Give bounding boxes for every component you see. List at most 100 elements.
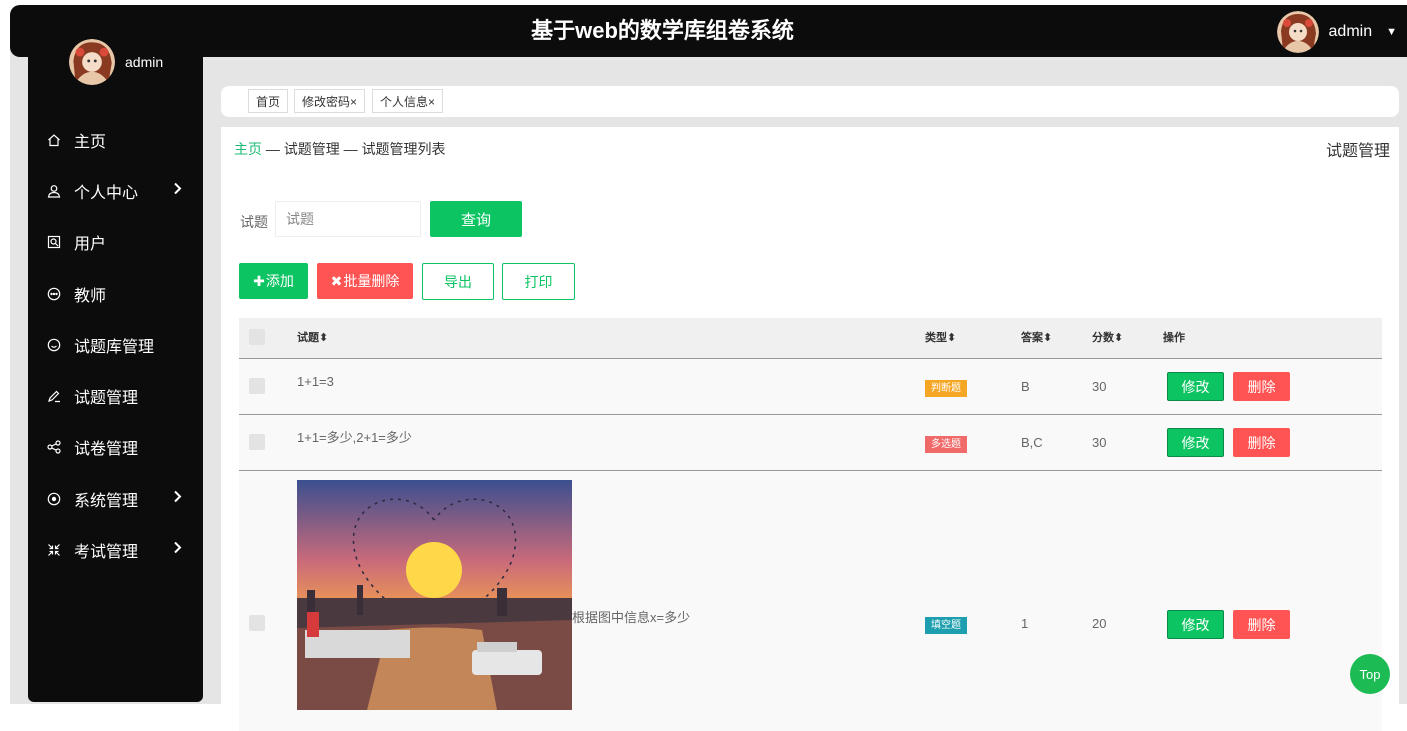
- sidebar-item-label: 教师: [74, 287, 107, 305]
- sidebar-item-teachers[interactable]: 教师: [28, 268, 203, 319]
- close-icon[interactable]: ×: [428, 95, 435, 109]
- breadcrumb-level1: 试题管理: [283, 141, 340, 157]
- sidebar-menu: 主页 个人中心 用户 教师 试题库管理 试题管理 试卷管理 系统管理 考试管理: [28, 114, 203, 576]
- search-label: 试题: [240, 214, 268, 230]
- search-input[interactable]: [275, 201, 421, 237]
- sidebar-item-label: 试题库管理: [74, 338, 155, 356]
- user-menu[interactable]: admin ▼: [1276, 10, 1397, 54]
- sidebar-item-label: 主页: [74, 133, 107, 151]
- chevron-right-icon: [173, 541, 183, 560]
- smile-icon: [46, 337, 62, 353]
- sidebar-item-system[interactable]: 系统管理: [28, 473, 203, 524]
- sidebar-username: admin: [125, 54, 164, 70]
- sidebar-item-exams[interactable]: 考试管理: [28, 524, 203, 575]
- share-icon: [46, 439, 62, 455]
- column-label: 类型: [925, 332, 947, 344]
- delete-button[interactable]: 删除: [1233, 610, 1290, 639]
- question-image: [297, 480, 572, 710]
- back-to-top-button[interactable]: Top: [1350, 654, 1390, 694]
- avatar: [69, 39, 115, 85]
- column-label: 答案: [1021, 332, 1043, 344]
- sidebar-item-label: 个人中心: [74, 184, 139, 202]
- column-header-question[interactable]: 试题⬍: [297, 318, 328, 358]
- column-header-answer[interactable]: 答案⬍: [1021, 318, 1052, 358]
- delete-button-label: 删除: [1247, 378, 1276, 395]
- select-all-checkbox[interactable]: [249, 329, 265, 345]
- edit-button[interactable]: 修改: [1167, 428, 1224, 457]
- edit-button-label: 修改: [1181, 616, 1210, 633]
- question-text: 1+1=3: [297, 374, 334, 389]
- answer-cell: B: [1021, 379, 1030, 394]
- sidebar-item-questions[interactable]: 试题管理: [28, 370, 203, 421]
- chevron-right-icon: [173, 489, 183, 508]
- shrink-icon: [46, 542, 62, 558]
- top-bar: 基于web的数学库组卷系统 admin ▼: [10, 5, 1407, 57]
- add-button[interactable]: ✚ 添加: [239, 263, 308, 299]
- sidebar-item-users[interactable]: 用户: [28, 217, 203, 268]
- row-checkbox[interactable]: [249, 434, 265, 450]
- sidebar-item-home[interactable]: 主页: [28, 114, 203, 165]
- search-button[interactable]: 查询: [430, 201, 522, 237]
- score-cell: 20: [1092, 616, 1107, 631]
- add-button-label: 添加: [265, 273, 294, 289]
- sort-icon: ⬍: [1043, 332, 1053, 344]
- sidebar-item-papers[interactable]: 试卷管理: [28, 422, 203, 473]
- table-row: 1+1=多少,2+1=多少 多选题 B,C 30 修改 删除: [239, 415, 1382, 471]
- column-label: 分数: [1092, 332, 1114, 344]
- score-cell: 30: [1092, 435, 1107, 450]
- breadcrumb-separator: —: [265, 141, 280, 157]
- edit-button[interactable]: 修改: [1167, 610, 1224, 639]
- sidebar-user: admin: [69, 39, 163, 85]
- question-text: 根据图中信息x=多少: [572, 610, 691, 625]
- back-to-top-label: Top: [1359, 666, 1381, 682]
- sidebar: admin 主页 个人中心 用户 教师 试题库管理 试题管理 试卷管理 系统管理…: [28, 31, 203, 702]
- user-search-icon: [46, 234, 62, 250]
- column-header-type[interactable]: 类型⬍: [925, 318, 956, 358]
- avatar: [1276, 11, 1319, 53]
- column-label: 试题: [297, 332, 319, 344]
- batch-delete-button-label: 批量删除: [343, 273, 400, 289]
- tab-home[interactable]: 首页: [248, 89, 289, 113]
- table-row: 根据图中信息x=多少 填空题 1 20 修改 删除: [239, 471, 1382, 731]
- delete-button[interactable]: 删除: [1233, 372, 1290, 401]
- sidebar-item-profile-center[interactable]: 个人中心: [28, 165, 203, 216]
- row-checkbox[interactable]: [249, 615, 265, 631]
- row-checkbox[interactable]: [249, 378, 265, 394]
- sidebar-item-label: 试题管理: [74, 390, 139, 408]
- tab-label: 修改密码: [302, 95, 351, 109]
- column-header-score[interactable]: 分数⬍: [1092, 318, 1123, 358]
- delete-button-label: 删除: [1247, 616, 1276, 633]
- delete-button[interactable]: 删除: [1233, 428, 1290, 457]
- page-title: 试题管理: [1325, 143, 1390, 160]
- breadcrumb: 主页 — 试题管理 — 试题管理列表: [234, 139, 446, 159]
- batch-delete-button[interactable]: ✖ 批量删除: [317, 263, 413, 299]
- question-text: 1+1=多少,2+1=多少: [297, 430, 412, 445]
- main-content: 主页 — 试题管理 — 试题管理列表 试题管理 试题 查询 ✚添加 ✖批量删除 …: [221, 127, 1399, 731]
- sidebar-item-label: 系统管理: [74, 492, 139, 510]
- tab-personal-info[interactable]: 个人信息×: [372, 89, 444, 113]
- tab-label: 首页: [256, 95, 281, 109]
- breadcrumb-separator: —: [343, 141, 358, 157]
- print-button-label: 打印: [524, 273, 553, 290]
- sidebar-item-question-bank[interactable]: 试题库管理: [28, 319, 203, 370]
- tabs-bar: 首页 修改密码× 个人信息×: [221, 86, 1399, 117]
- score-cell: 30: [1092, 379, 1107, 394]
- tab-label: 个人信息: [380, 95, 429, 109]
- table-header: 试题⬍ 类型⬍ 答案⬍ 分数⬍ 操作: [239, 318, 1382, 359]
- tab-change-password[interactable]: 修改密码×: [294, 89, 366, 113]
- edit-button[interactable]: 修改: [1167, 372, 1224, 401]
- breadcrumb-home[interactable]: 主页: [234, 141, 262, 157]
- column-header-ops: 操作: [1163, 318, 1185, 358]
- print-button[interactable]: 打印: [502, 263, 575, 300]
- header-username: admin: [1328, 23, 1373, 40]
- column-label: 操作: [1163, 332, 1185, 344]
- close-icon[interactable]: ×: [350, 95, 357, 109]
- sidebar-item-label: 用户: [74, 236, 107, 254]
- circle-dots-icon: [46, 286, 62, 302]
- questions-table: 试题⬍ 类型⬍ 答案⬍ 分数⬍ 操作 1+1=3 判断题 B 30 修改 删除 …: [239, 318, 1382, 731]
- chevron-right-icon: [173, 181, 183, 200]
- home-icon: [46, 132, 62, 148]
- app-title: 基于web的数学库组卷系统: [531, 18, 794, 43]
- export-button-label: 导出: [444, 273, 472, 290]
- export-button[interactable]: 导出: [422, 263, 494, 300]
